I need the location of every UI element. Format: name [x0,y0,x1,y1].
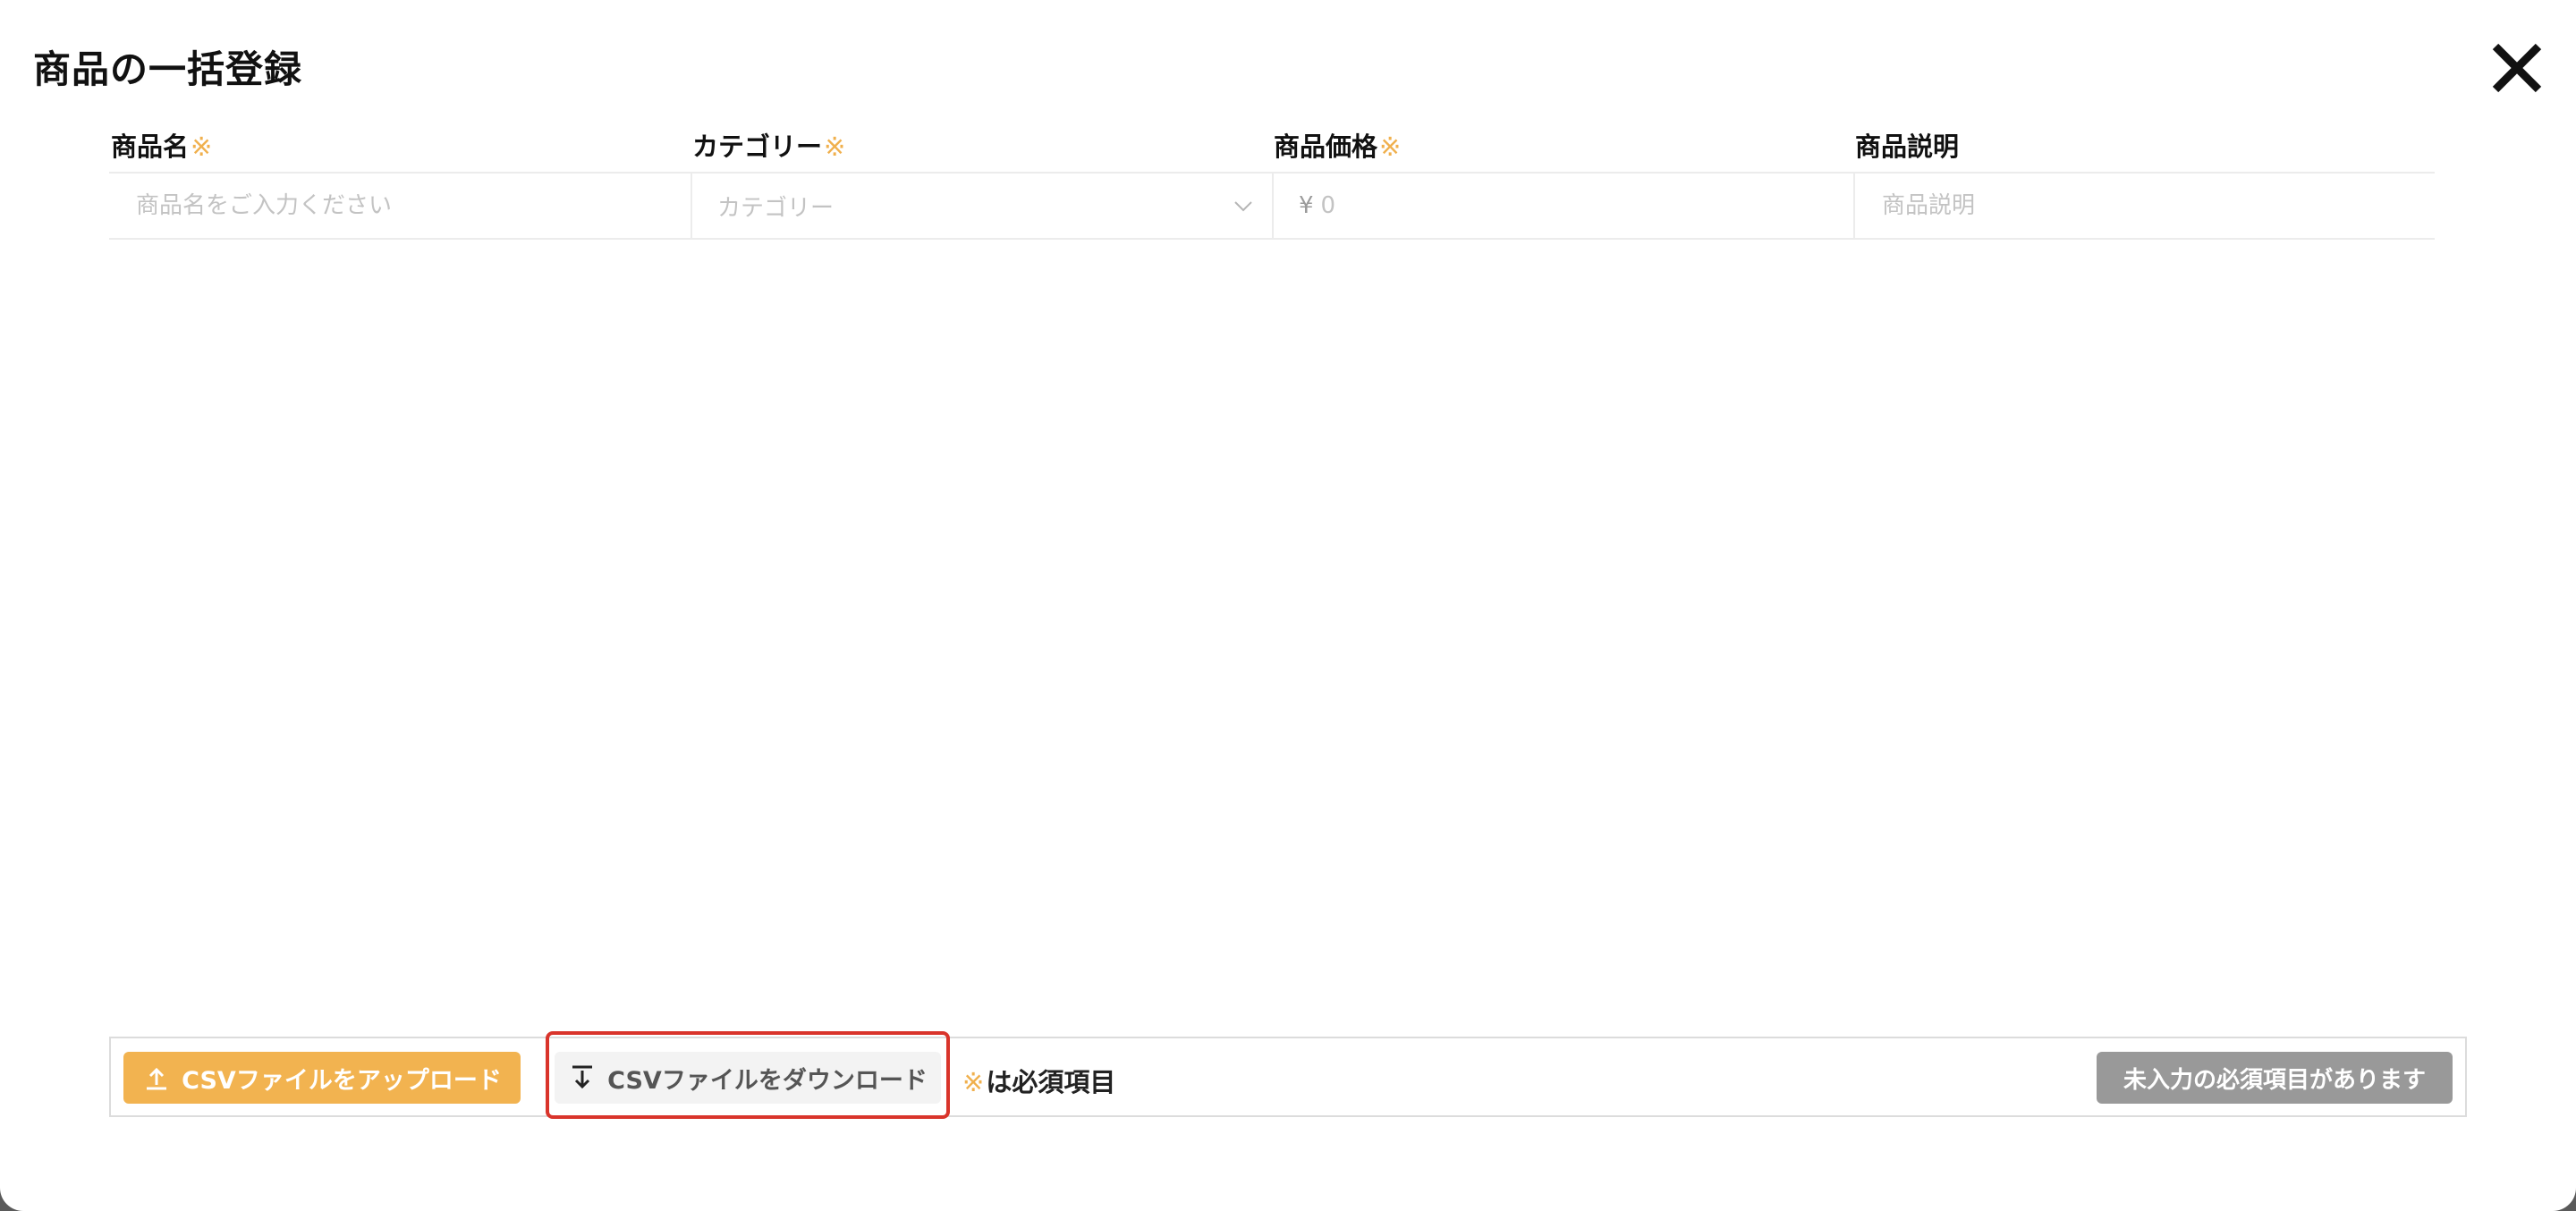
submit-label: 未入力の必須項目があります [2123,1066,2426,1094]
table-header-row: 商品名※ カテゴリー※ 商品価格※ 商品説明 [109,118,2435,172]
required-mark: ※ [962,1067,985,1097]
upload-icon [147,1067,167,1090]
required-mark: ※ [1379,131,1402,162]
product-name-input[interactable] [134,173,691,239]
column-header-label: 商品説明 [1855,131,1960,162]
modal-title: 商品の一括登録 [33,47,303,91]
column-header-label: カテゴリー [692,131,823,162]
category-select-placeholder: カテゴリー [717,194,835,222]
download-icon [572,1065,593,1089]
column-header-label: 商品名 [111,131,190,162]
upload-csv-label: CSVファイルをアップロード [182,1066,502,1095]
upload-csv-button[interactable]: CSVファイルをアップロード [123,1052,521,1104]
column-header-description: 商品説明 [1853,126,2435,164]
currency-prefix: ¥ [1299,192,1314,219]
price-cell: ¥ [1272,173,1853,239]
column-header-product-name: 商品名※ [109,126,691,164]
description-input[interactable] [1880,173,2435,239]
close-button[interactable] [2485,36,2549,100]
table-row: カテゴリー ¥ [109,172,2435,240]
download-csv-label: CSVファイルをダウンロード [607,1066,928,1095]
required-note: ※は必須項目 [962,1062,1115,1099]
bulk-register-modal: 商品の一括登録 商品名※ カテゴリー※ 商品価格※ 商品説明 商品名をご入力くだ… [0,0,2576,1211]
download-csv-button[interactable]: CSVファイルをダウンロード [555,1052,941,1104]
product-form-table: 商品名※ カテゴリー※ 商品価格※ 商品説明 カテゴリー [109,118,2435,240]
close-icon [2492,43,2542,93]
description-cell [1853,173,2435,239]
chevron-down-icon [1233,195,1254,216]
price-input[interactable] [1318,173,1853,239]
footer-action-bar: CSVファイルをアップロード CSVファイルをダウンロード ※は必須項目 未入力… [109,1031,2467,1119]
submit-button[interactable]: 未入力の必須項目があります [2097,1052,2453,1104]
required-note-text: は必須項目 [986,1067,1116,1097]
column-header-label: 商品価格 [1274,131,1378,162]
product-name-cell [109,173,691,239]
column-header-price: 商品価格※ [1272,126,1853,164]
column-header-category: カテゴリー※ [691,126,1272,164]
category-select[interactable]: カテゴリー [691,174,1272,238]
required-mark: ※ [824,131,846,162]
required-mark: ※ [191,131,213,162]
